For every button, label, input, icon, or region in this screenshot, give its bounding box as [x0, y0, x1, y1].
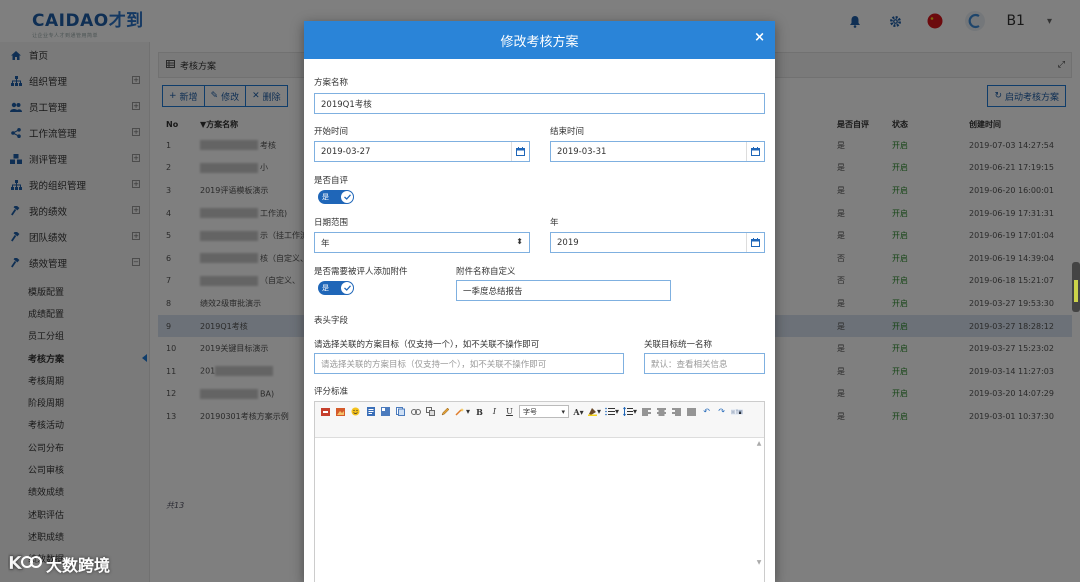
font-size-select[interactable]: 字号 ▾: [519, 405, 570, 418]
highlight-icon[interactable]: ▾: [588, 405, 601, 418]
chevron-down-icon: ▾: [561, 407, 566, 416]
attachment-label: 是否需要被评人添加附件: [314, 267, 408, 277]
year-input[interactable]: 2019: [550, 232, 765, 253]
watermark-text: 大数跨境: [46, 556, 111, 575]
align-left-icon[interactable]: [641, 405, 652, 418]
italic-button[interactable]: I: [489, 405, 500, 418]
end-date-input[interactable]: 2019-03-31: [550, 141, 765, 162]
check-icon: [341, 191, 353, 203]
link-icon[interactable]: [410, 405, 421, 418]
plan-name-input[interactable]: 2019Q1考核: [314, 93, 765, 114]
close-icon[interactable]: ×: [754, 30, 765, 45]
attachment-name-value: 一季度总结报告: [463, 286, 523, 297]
scroll-up-icon[interactable]: ▲: [757, 440, 762, 447]
year-value: 2019: [557, 237, 579, 248]
html-icon[interactable]: [731, 405, 744, 418]
copy-icon[interactable]: [395, 405, 406, 418]
attachment-name-input[interactable]: 一季度总结报告: [456, 280, 671, 301]
emoji-icon[interactable]: [350, 405, 361, 418]
calendar-icon[interactable]: [746, 142, 764, 161]
attachment-toggle[interactable]: 是: [318, 281, 354, 295]
select-arrows-icon: ⬍: [516, 237, 523, 246]
template-icon[interactable]: [380, 405, 391, 418]
underline-button[interactable]: U: [504, 405, 515, 418]
check-icon: [341, 282, 353, 294]
self-eval-toggle[interactable]: 是: [318, 190, 354, 204]
start-date-input[interactable]: 2019-03-27: [314, 141, 530, 162]
redo-icon[interactable]: ↷: [716, 405, 727, 418]
start-date-value: 2019-03-27: [321, 146, 371, 157]
calendar-icon[interactable]: [746, 233, 764, 252]
dialog-body: 方案名称 2019Q1考核 开始时间 2019-03-27 结束时间 2019-…: [304, 59, 775, 582]
end-time-label: 结束时间: [550, 127, 585, 137]
dialog-header: 修改考核方案 ×: [304, 21, 775, 59]
image-icon[interactable]: [335, 405, 346, 418]
year-label: 年: [550, 218, 559, 228]
start-time-label: 开始时间: [314, 127, 349, 137]
related-goal-label: 请选择关联的方案目标（仅支持一个），如不关联不操作即可: [314, 340, 540, 350]
calendar-icon[interactable]: [511, 142, 529, 161]
criteria-label: 评分标准: [314, 387, 349, 397]
plan-name-label: 方案名称: [314, 78, 349, 88]
plan-name-value: 2019Q1考核: [321, 99, 372, 110]
toggle-label: 是: [322, 193, 329, 201]
pencil-icon[interactable]: [440, 405, 451, 418]
header-fields-label: 表头字段: [314, 316, 349, 326]
svg-text:K: K: [8, 553, 23, 573]
goal-name-input[interactable]: 默认：查看相关信息: [644, 353, 765, 374]
align-right-icon[interactable]: [671, 405, 682, 418]
watermark: K 大数跨境: [8, 551, 110, 577]
toggle-label: 是: [322, 284, 329, 292]
editor-toolbar: ▾ B I U 字号 ▾ A▾ ▾ ▾ ▾ ↶ ↷: [315, 402, 764, 438]
dialog-title: 修改考核方案: [500, 34, 579, 50]
ordered-list-icon[interactable]: ▾: [605, 405, 619, 418]
goal-name-label: 关联目标统一名称: [644, 340, 713, 350]
source-icon[interactable]: [320, 405, 331, 418]
anchor-icon[interactable]: [425, 405, 436, 418]
line-height-icon[interactable]: ▾: [623, 405, 637, 418]
date-range-value: 年: [321, 238, 330, 249]
editor-content-area[interactable]: [315, 438, 764, 582]
goal-name-placeholder: 默认：查看相关信息: [651, 359, 728, 370]
related-goal-input[interactable]: 请选择关联的方案目标（仅支持一个），如不关联不操作即可: [314, 353, 624, 374]
font-color-icon[interactable]: A▾: [573, 405, 584, 418]
page-scrollbar[interactable]: [1072, 262, 1080, 312]
align-center-icon[interactable]: [656, 405, 667, 418]
bold-button[interactable]: B: [474, 405, 485, 418]
editor-scrollbar[interactable]: ▲ ▼: [754, 438, 764, 568]
magic-icon[interactable]: ▾: [455, 405, 470, 418]
end-date-value: 2019-03-31: [557, 146, 607, 157]
align-justify-icon[interactable]: [686, 405, 697, 418]
attachment-name-label: 附件名称自定义: [456, 267, 516, 277]
font-size-label: 字号: [523, 407, 538, 416]
watermark-logo-icon: K: [8, 551, 42, 577]
document-icon[interactable]: [365, 405, 376, 418]
related-goal-placeholder: 请选择关联的方案目标（仅支持一个），如不关联不操作即可: [321, 359, 547, 370]
edit-plan-dialog: 修改考核方案 × 方案名称 2019Q1考核 开始时间 2019-03-27 结…: [304, 21, 775, 582]
date-range-select[interactable]: 年 ⬍: [314, 232, 530, 253]
undo-icon[interactable]: ↶: [701, 405, 712, 418]
self-eval-label: 是否自评: [314, 176, 349, 186]
date-range-label: 日期范围: [314, 218, 349, 228]
rich-text-editor: ▾ B I U 字号 ▾ A▾ ▾ ▾ ▾ ↶ ↷ ▲ ▼: [314, 401, 765, 582]
scroll-down-icon[interactable]: ▼: [757, 559, 762, 566]
